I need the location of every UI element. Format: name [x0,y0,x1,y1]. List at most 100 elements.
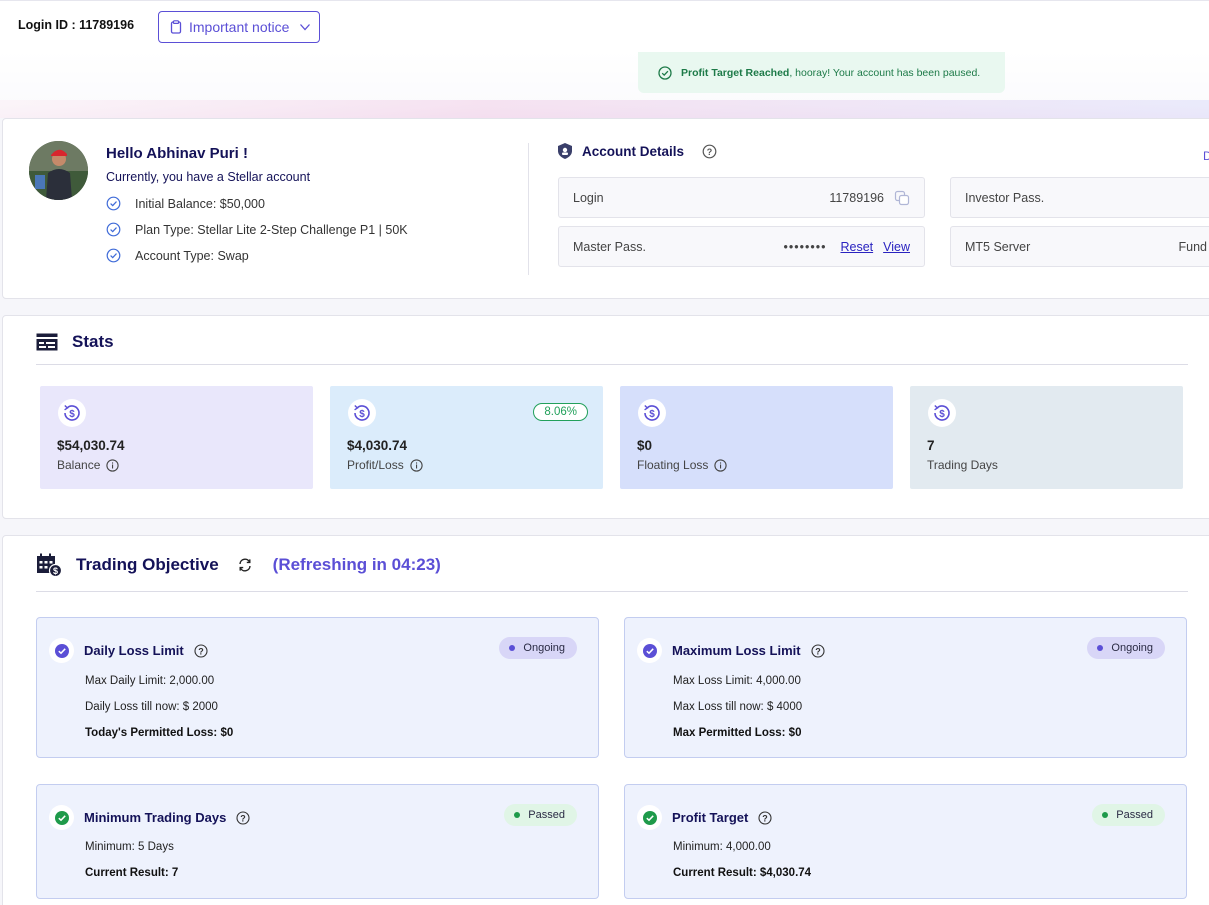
objective-line: Current Result: 7 [85,867,179,879]
info-item-account-type: Account Type: Swap [106,248,249,263]
login-field: Login 11789196 [558,177,925,218]
status-badge: Ongoing [499,637,577,659]
dollar-refresh-icon: $ [348,399,376,427]
svg-text:$: $ [53,566,58,576]
stat-label: Balance [57,458,120,472]
view-link[interactable]: View [883,240,910,254]
objective-minimum-trading-days: Minimum Trading Days ? Passed Minimum: 5… [36,784,599,899]
trading-objective-card: $ Trading Objective (Refreshing in 04:23… [2,535,1209,905]
dashboard-icon [36,333,58,351]
svg-text:$: $ [939,409,945,420]
dollar-refresh-icon: $ [58,399,86,427]
top-bar: Login ID : 11789196 Important notice [0,0,1209,51]
check-icon [49,805,74,830]
objective-title: Daily Loss Limit [84,643,184,658]
svg-text:?: ? [241,813,247,823]
info-icon[interactable] [106,458,120,472]
chevron-down-icon [300,24,311,31]
master-pass-value: •••••••• [783,239,827,254]
objective-divider [36,591,1188,592]
stat-value: $54,030.74 [57,438,125,453]
account-type-line: Currently, you have a Stellar account [106,170,311,184]
svg-text:?: ? [198,646,204,656]
info-icon[interactable] [410,458,423,472]
stats-divider [36,364,1188,365]
stat-value: $0 [637,438,653,453]
stat-balance: $ $54,030.74 Balance [40,386,313,489]
help-icon[interactable]: ? [236,810,250,825]
account-details-title: Account Details ? [556,142,717,160]
status-badge: Ongoing [1087,637,1165,659]
objective-line: Max Loss Limit: 4,000.00 [673,675,801,687]
dollar-refresh-icon: $ [638,399,666,427]
check-icon [49,638,74,663]
svg-text:?: ? [707,147,713,157]
dollar-refresh-icon: $ [928,399,956,427]
stat-trading-days: $ 7 Trading Days [910,386,1183,489]
copy-icon[interactable] [894,190,910,206]
objective-maximum-loss-limit: Maximum Loss Limit ? Ongoing Max Loss Li… [624,617,1187,758]
help-icon[interactable]: ? [702,144,717,159]
objective-title: Minimum Trading Days [84,810,227,825]
help-icon[interactable]: ? [758,810,772,825]
stats-card: Stats $ $54,030.74 Balance $ 8.06% $4,03… [2,315,1209,519]
vertical-divider [528,143,529,275]
help-icon[interactable]: ? [194,643,208,658]
master-pass-field: Master Pass. •••••••• Reset View [558,226,925,267]
avatar [29,141,88,200]
objective-line: Today's Permitted Loss: $0 [85,727,234,739]
help-icon[interactable]: ? [811,643,825,658]
check-icon [637,638,662,663]
investor-pass-field: Investor Pass. [950,177,1209,218]
objective-line: Minimum: 5 Days [85,841,174,853]
greeting: Hello Abhinav Puri ! [106,145,248,162]
objective-line: Current Result: $4,030.74 [673,867,812,879]
svg-text:?: ? [763,813,769,823]
refresh-icon[interactable] [237,557,253,573]
reset-link[interactable]: Reset [840,240,873,254]
stats-header: Stats [36,332,114,352]
profit-target-toast: Profit Target Reached, hooray! Your acco… [638,52,1005,93]
login-id: Login ID : 11789196 [18,18,135,32]
profit-percent-badge: 8.06% [533,403,588,421]
stat-label: Trading Days [927,458,998,472]
objective-title: Trading Objective [76,555,219,574]
refresh-countdown: (Refreshing in 04:23) [272,555,441,574]
toast-message: Profit Target Reached, hooray! Your acco… [681,66,981,79]
stat-floating-loss: $ $0 Floating Loss [620,386,893,489]
info-item-plan-type: Plan Type: Stellar Lite 2-Step Challenge… [106,222,408,237]
info-icon[interactable] [714,458,728,472]
important-notice-button[interactable]: Important notice [158,11,320,43]
svg-text:$: $ [359,409,365,420]
status-badge: Passed [1092,804,1165,826]
objective-header: $ Trading Objective (Refreshing in 04:23… [36,553,441,577]
objective-title: Profit Target [672,810,749,825]
svg-text:?: ? [815,646,821,656]
stat-profit-loss: $ 8.06% $4,030.74 Profit/Loss [330,386,603,489]
mt5-server-value: Fund [1178,239,1208,254]
objective-line: Max Daily Limit: 2,000.00 [85,675,215,687]
objective-daily-loss-limit: Daily Loss Limit ? Ongoing Max Daily Lim… [36,617,599,758]
check-circle-icon [106,196,121,211]
check-circle-icon [658,65,672,80]
login-value: 11789196 [829,190,884,205]
gradient-strip [0,100,1209,118]
stat-value: $4,030.74 [347,438,408,453]
shield-icon [558,143,572,159]
stat-label: Profit/Loss [347,458,423,472]
check-circle-icon [106,248,121,263]
account-edge-text[interactable]: D [1203,149,1209,163]
objective-profit-target: Profit Target ? Passed Minimum: 4,000.00… [624,784,1187,899]
clipboard-icon [170,20,182,34]
status-badge: Passed [504,804,577,826]
objective-line: Minimum: 4,000.00 [673,841,771,853]
svg-text:$: $ [649,409,655,420]
svg-text:$: $ [69,409,75,420]
objective-title: Maximum Loss Limit [672,643,801,658]
objective-line: Daily Loss till now: $ 2000 [85,701,218,713]
calendar-money-icon: $ [37,553,62,577]
objective-line: Max Permitted Loss: $0 [673,727,802,739]
check-circle-icon [106,222,121,237]
mt5-server-field: MT5 Server Fund [950,226,1209,267]
important-notice-label: Important notice [189,19,290,35]
